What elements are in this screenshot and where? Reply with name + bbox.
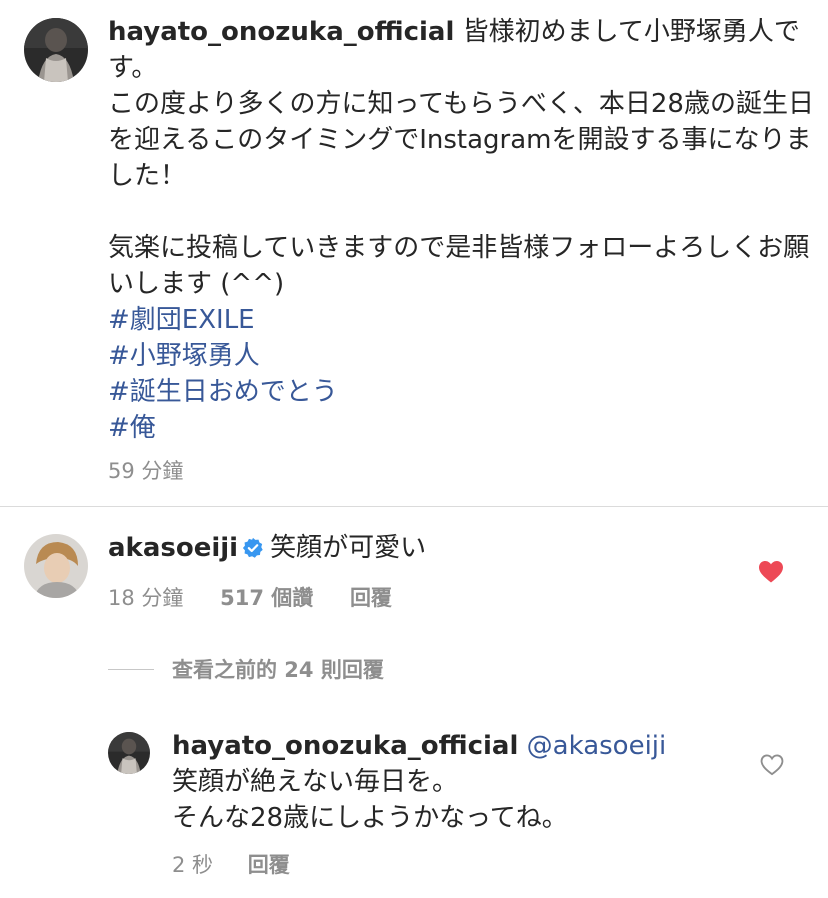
reply-first-line: hayato_onozuka_official @akasoeiji	[172, 728, 808, 764]
reply-username[interactable]: hayato_onozuka_official	[172, 731, 518, 761]
hashtag-link[interactable]: #小野塚勇人	[108, 338, 814, 374]
commenter-avatar[interactable]	[24, 534, 88, 598]
reply-author-avatar[interactable]	[108, 732, 150, 774]
reply-reply-button[interactable]: 回覆	[248, 853, 290, 877]
comment-meta: 18 分鐘 517 個讚 回覆	[108, 583, 814, 613]
comment-likes-count[interactable]: 517 個讚	[220, 586, 313, 610]
hashtag-link[interactable]: #劇団EXILE	[108, 302, 814, 338]
comment-timestamp: 18 分鐘	[108, 586, 184, 610]
post-caption: hayato_onozuka_official 皆様初めまして小野塚勇人です。 …	[24, 14, 814, 486]
view-previous-replies-label: 查看之前的 24 則回覆	[172, 658, 384, 682]
reply-line-1: 笑顔が絶えない毎日を。	[172, 767, 459, 797]
reply-mention[interactable]: @akasoeiji	[527, 731, 667, 761]
comment-item: akasoeiji 笑顔が可愛い 18 分鐘 517 個讚 回覆	[24, 530, 814, 613]
view-previous-replies-button[interactable]: 查看之前的 24 則回覆	[108, 654, 384, 684]
caption-username[interactable]: hayato_onozuka_official	[108, 17, 454, 47]
comment-text-block: akasoeiji 笑顔が可愛い 18 分鐘 517 個讚 回覆	[108, 530, 814, 613]
reply-meta: 2 秒 回覆	[172, 850, 808, 880]
caption-timestamp: 59 分鐘	[108, 459, 184, 483]
hashtag-link[interactable]: #誕生日おめでとう	[108, 374, 814, 410]
caption-text: hayato_onozuka_official 皆様初めまして小野塚勇人です。 …	[108, 14, 814, 486]
heart-outline-icon[interactable]	[760, 754, 784, 780]
caption-line-2: この度より多くの方に知ってもらうべく、本日28歳の誕生日を迎えるこのタイミングで…	[108, 89, 814, 191]
reply-timestamp: 2 秒	[172, 853, 214, 877]
reply-line-2: そんな28歳にしようかなってね。	[172, 803, 568, 833]
comment-text: 笑顔が可愛い	[270, 533, 427, 563]
caption-gap	[108, 194, 814, 230]
caption-line-3: 気楽に投稿していきますので是非皆様フォローよろしくお願いします (^^)	[108, 233, 810, 299]
reply-item: hayato_onozuka_official @akasoeiji 笑顔が絶え…	[108, 728, 808, 880]
caption-divider	[0, 506, 828, 507]
commenter-username[interactable]: akasoeiji	[108, 533, 238, 563]
replies-line-divider	[108, 668, 154, 670]
comment-reply-button[interactable]: 回覆	[350, 586, 392, 610]
reply-text-block: hayato_onozuka_official @akasoeiji 笑顔が絶え…	[172, 728, 808, 880]
author-avatar[interactable]	[24, 18, 88, 82]
hashtag-link[interactable]: #俺	[108, 410, 814, 446]
heart-filled-icon[interactable]	[758, 560, 784, 588]
verified-badge-icon	[242, 533, 264, 569]
